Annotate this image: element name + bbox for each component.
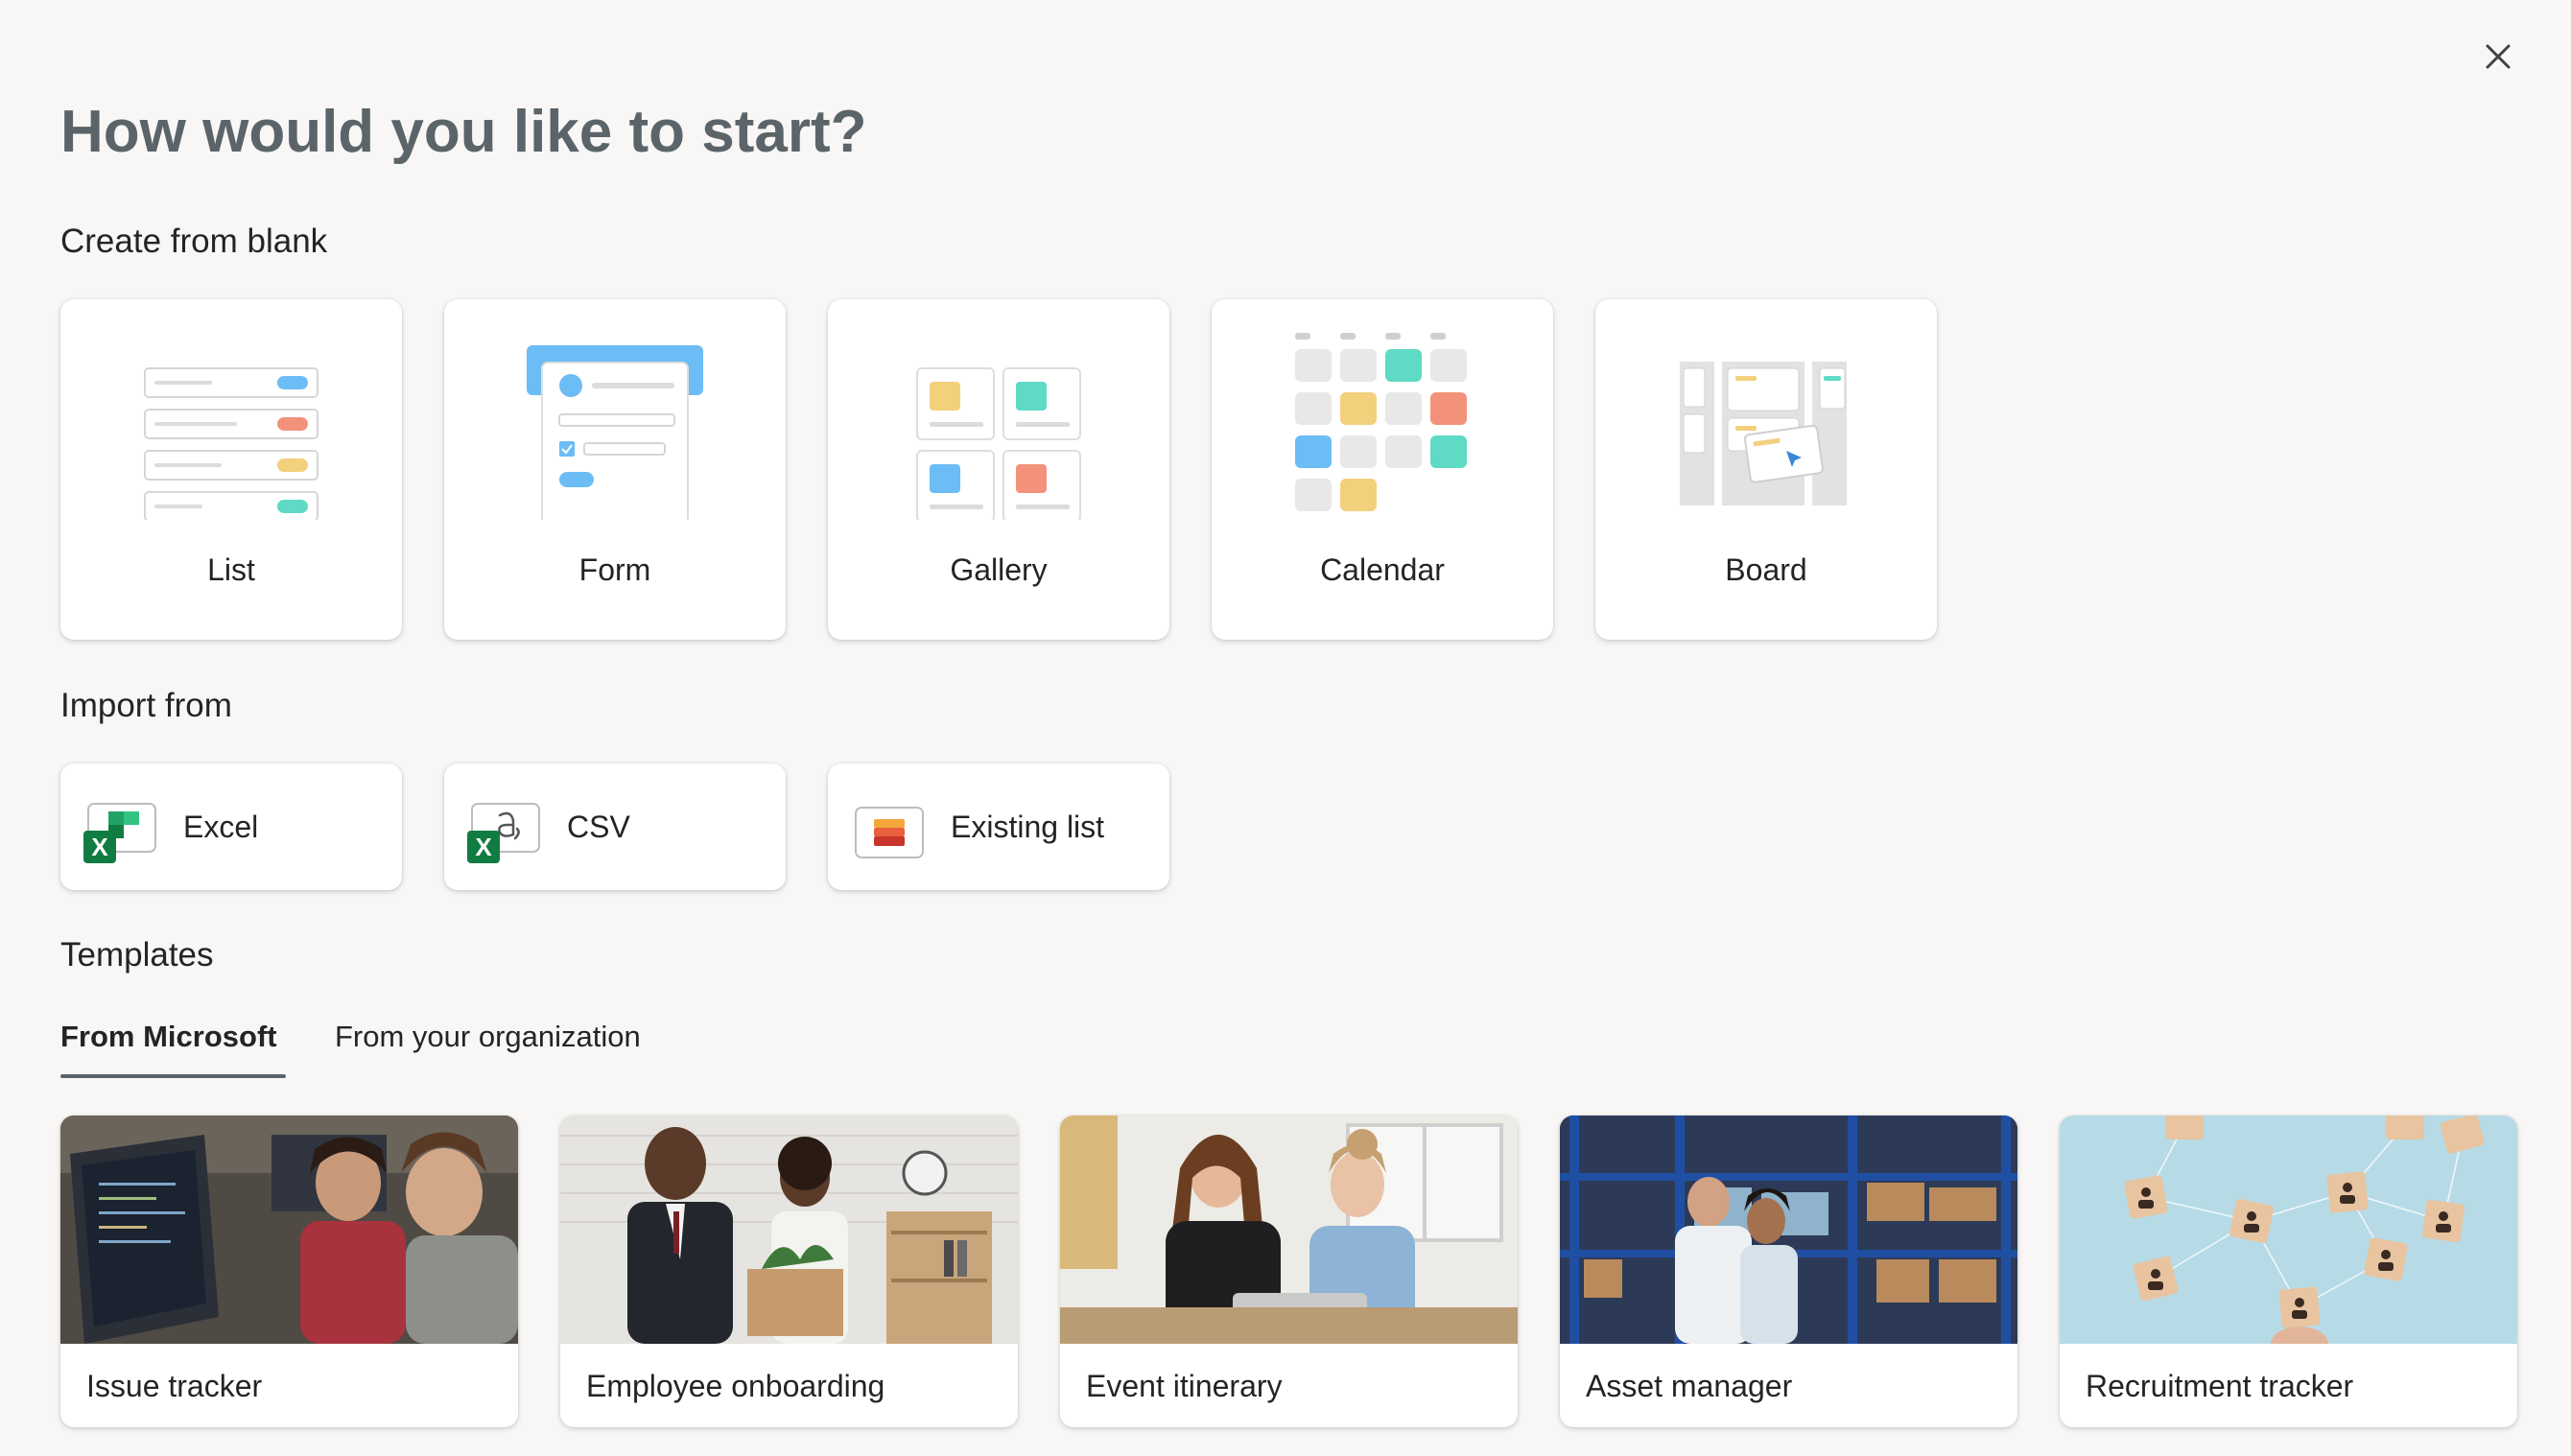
create-calendar-card[interactable]: Calendar: [1212, 299, 1553, 640]
template-employee-onboarding-card[interactable]: Employee onboarding: [560, 1115, 1018, 1427]
gallery-label: Gallery: [950, 552, 1048, 587]
svg-text:X: X: [475, 833, 492, 861]
tab-from-microsoft[interactable]: From Microsoft: [60, 1017, 277, 1057]
close-button[interactable]: [2480, 38, 2516, 75]
template-recruitment-tracker-card[interactable]: Recruitment tracker: [2060, 1115, 2517, 1427]
asset-manager-photo: [1560, 1115, 2017, 1344]
tab-selected-indicator: [60, 1074, 286, 1078]
templates-heading: Templates: [60, 936, 214, 974]
form-label: Form: [578, 552, 651, 587]
template-event-itinerary-card[interactable]: Event itinerary: [1060, 1115, 1518, 1427]
event-itinerary-photo: [1060, 1115, 1518, 1344]
template-event-itinerary-label: Event itinerary: [1086, 1369, 1283, 1403]
template-recruitment-tracker-label: Recruitment tracker: [2086, 1369, 2354, 1403]
existing-list-icon: [855, 807, 924, 858]
create-from-blank-heading: Create from blank: [60, 223, 328, 260]
calendar-illustration-icon: [1295, 333, 1467, 511]
create-list-card[interactable]: List: [60, 299, 402, 640]
create-form-card[interactable]: Form: [444, 299, 786, 640]
close-icon: [2486, 44, 2511, 69]
list-illustration-icon: [144, 367, 318, 520]
import-excel-card[interactable]: X Excel: [60, 763, 402, 890]
recruitment-tracker-photo: [2060, 1115, 2517, 1344]
board-illustration-icon: [1680, 362, 1847, 505]
page-title: How would you like to start?: [60, 99, 867, 165]
template-asset-manager-label: Asset manager: [1586, 1369, 1793, 1403]
excel-icon: X: [83, 803, 156, 863]
create-gallery-card[interactable]: Gallery: [828, 299, 1169, 640]
tab-from-your-organization[interactable]: From your organization: [335, 1017, 641, 1057]
excel-label: Excel: [183, 810, 259, 844]
template-asset-manager-card[interactable]: Asset manager: [1560, 1115, 2017, 1427]
template-issue-tracker-card[interactable]: Issue tracker: [60, 1115, 518, 1427]
gallery-illustration-icon: [916, 367, 1081, 520]
import-existing-list-card[interactable]: Existing list: [828, 763, 1169, 890]
list-label: List: [207, 552, 255, 587]
import-csv-card[interactable]: X CSV: [444, 763, 786, 890]
svg-text:X: X: [91, 833, 108, 861]
csv-label: CSV: [567, 810, 630, 844]
template-issue-tracker-label: Issue tracker: [86, 1369, 263, 1403]
existing-list-label: Existing list: [951, 810, 1105, 844]
csv-icon: X: [467, 803, 540, 863]
form-illustration-icon: [527, 345, 703, 520]
create-board-card[interactable]: Board: [1595, 299, 1937, 640]
employee-onboarding-photo: [560, 1115, 1018, 1344]
calendar-label: Calendar: [1320, 552, 1445, 587]
board-label: Board: [1725, 552, 1807, 587]
template-employee-onboarding-label: Employee onboarding: [586, 1369, 885, 1403]
import-from-heading: Import from: [60, 687, 232, 724]
issue-tracker-photo: [60, 1115, 518, 1344]
